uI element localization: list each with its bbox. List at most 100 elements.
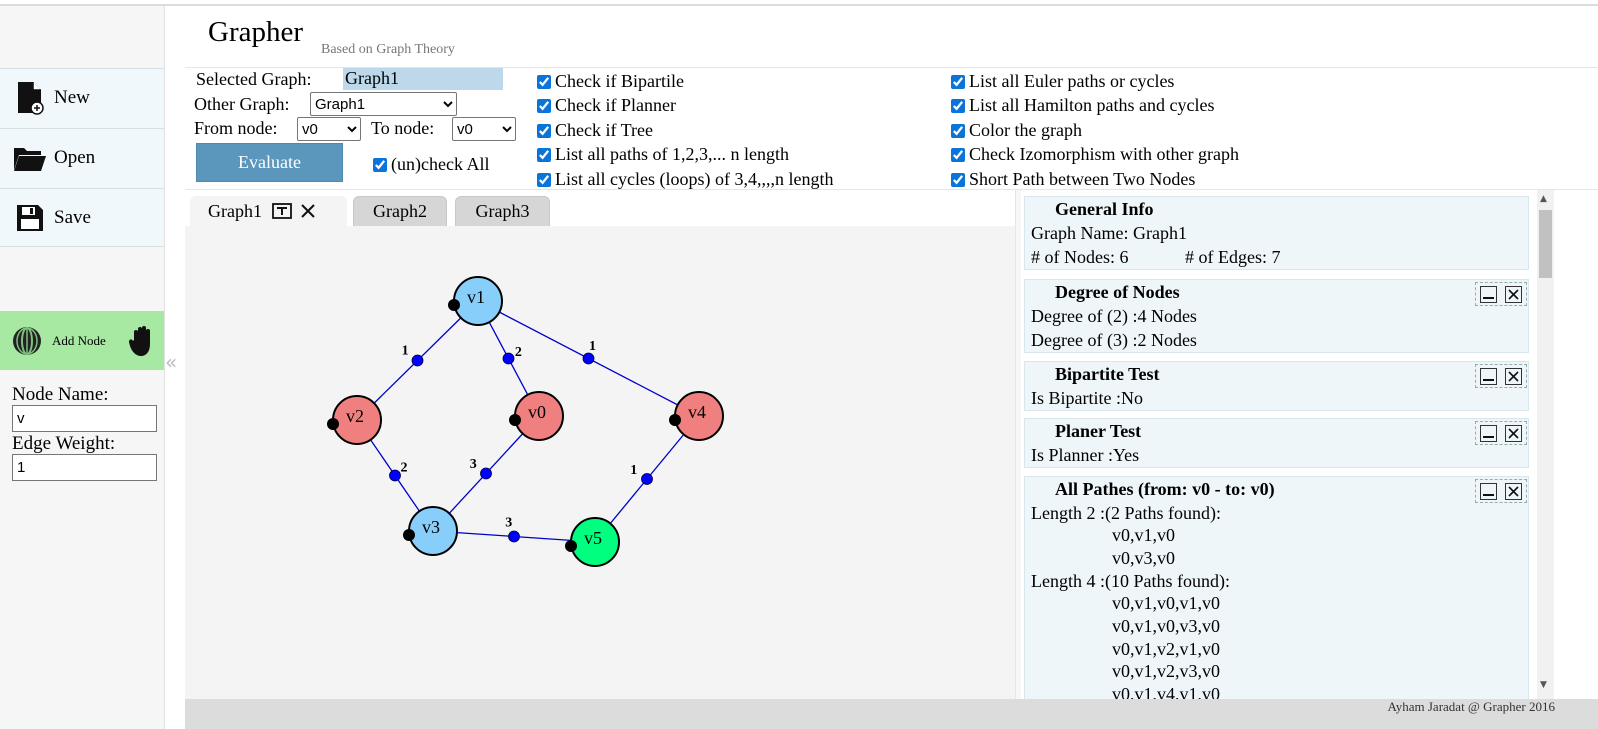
bipartite-title: Bipartite Test xyxy=(1055,364,1160,384)
floppy-disk-icon xyxy=(12,200,48,236)
graph-name-text: Graph Name: Graph1 xyxy=(1031,223,1187,243)
edge-weight-handle[interactable] xyxy=(480,467,492,480)
edge-weight-label: 1 xyxy=(589,339,596,354)
node-name-input[interactable] xyxy=(12,405,157,432)
node-label: v5 xyxy=(584,528,602,548)
close-icon[interactable] xyxy=(298,201,318,221)
check-euler[interactable]: List all Euler paths or cycles xyxy=(951,71,1174,92)
results-scrollbar[interactable]: ▲ ▼ xyxy=(1537,190,1554,699)
hand-icon[interactable] xyxy=(128,324,158,358)
uncheck-all-checkbox[interactable]: (un)check All xyxy=(373,154,489,175)
node-label: v0 xyxy=(528,402,546,422)
app-title: Grapher xyxy=(208,16,304,48)
new-button[interactable]: New xyxy=(0,68,164,127)
node-connector-handle[interactable] xyxy=(403,529,415,541)
edge-weight-handle[interactable] xyxy=(411,354,424,367)
path-item: v0,v1,v2,v1,v0 xyxy=(1112,639,1220,659)
check-tree[interactable]: Check if Tree xyxy=(537,120,653,141)
check-izomorphism[interactable]: Check Izomorphism with other graph xyxy=(951,144,1239,165)
footer-credit: Ayham Jaradat @ Grapher 2016 xyxy=(1387,699,1555,714)
edge-weight-handle[interactable] xyxy=(389,469,401,482)
left-sidebar: New Open Save Add Node Node Name: v Edge… xyxy=(0,6,165,729)
scroll-down-icon[interactable]: ▼ xyxy=(1540,680,1547,690)
tab-graph2[interactable]: Graph2 xyxy=(353,196,447,226)
node-connector-handle[interactable] xyxy=(565,540,577,552)
check-hamilton[interactable]: List all Hamilton paths and cycles xyxy=(951,95,1214,116)
tab-graph3[interactable]: Graph3 xyxy=(455,196,550,226)
check-bipartite-label: Check if Bipartile xyxy=(555,71,684,91)
length2-header: Length 2 :(2 Paths found): xyxy=(1031,503,1221,523)
close-icon[interactable] xyxy=(1505,482,1522,500)
degree-title: Degree of Nodes xyxy=(1055,282,1180,302)
uncheck-all-label: (un)check All xyxy=(391,154,490,174)
scroll-thumb[interactable] xyxy=(1539,210,1552,278)
evaluate-button[interactable]: Evaluate xyxy=(196,143,343,182)
check-planner-input[interactable] xyxy=(537,98,551,113)
check-bipartite-input[interactable] xyxy=(537,74,551,89)
edge-weight-handle[interactable] xyxy=(582,352,595,365)
other-graph-label: Other Graph: xyxy=(194,94,290,114)
save-button[interactable]: Save xyxy=(0,188,164,247)
edge-weight-handle[interactable] xyxy=(502,352,515,365)
close-icon[interactable] xyxy=(1505,285,1522,303)
check-euler-input[interactable] xyxy=(951,74,965,89)
general-info-card: General Info Graph Name: Graph1 # of Nod… xyxy=(1024,196,1529,270)
check-short-path-input[interactable] xyxy=(951,172,965,187)
other-graph-select[interactable]: Graph1 xyxy=(310,92,457,116)
minimize-icon[interactable] xyxy=(1480,482,1497,500)
check-list-paths-label: List all paths of 1,2,3,... n length xyxy=(555,144,789,164)
edge-weight-handle[interactable] xyxy=(508,530,520,543)
check-list-paths-input[interactable] xyxy=(537,147,551,162)
node-connector-handle[interactable] xyxy=(669,414,681,426)
planer-title: Planer Test xyxy=(1055,421,1142,441)
app-header: Grapher Based on Graph Theory xyxy=(185,6,1598,68)
from-node-select[interactable]: v0 xyxy=(297,117,361,141)
check-color[interactable]: Color the graph xyxy=(951,120,1082,141)
scroll-up-icon[interactable]: ▲ xyxy=(1540,194,1547,204)
check-izomorphism-input[interactable] xyxy=(951,147,965,162)
edge-weight-handle[interactable] xyxy=(641,473,653,485)
check-list-paths[interactable]: List all paths of 1,2,3,... n length xyxy=(537,144,789,165)
check-short-path[interactable]: Short Path between Two Nodes xyxy=(951,169,1195,190)
node-connector-handle[interactable] xyxy=(327,418,339,430)
footer-bar: Ayham Jaradat @ Grapher 2016 xyxy=(185,699,1598,729)
to-node-label: To node: xyxy=(371,118,435,138)
add-node-mode[interactable]: Add Node xyxy=(0,311,164,370)
check-planner[interactable]: Check if Planner xyxy=(537,95,676,116)
new-label: New xyxy=(54,87,90,108)
folder-open-icon xyxy=(12,140,48,176)
uncheck-all-input[interactable] xyxy=(373,157,387,172)
results-panel: General Info Graph Name: Graph1 # of Nod… xyxy=(1021,190,1537,699)
to-node-select[interactable]: v0 xyxy=(452,117,516,141)
node-label: v2 xyxy=(346,406,364,426)
edge-weight-label: 2 xyxy=(515,345,522,360)
collapse-sidebar-icon[interactable]: « xyxy=(165,350,177,374)
path-item: v0,v1,v0 xyxy=(1112,525,1175,545)
graph-canvas[interactable]: 1 2 1 2 3 3 1 v1 v2 v0 v4 v3 v5 xyxy=(185,226,1015,699)
minimize-icon[interactable] xyxy=(1480,367,1497,385)
check-tree-input[interactable] xyxy=(537,123,551,138)
check-list-cycles[interactable]: List all cycles (loops) of 3,4,,,,n leng… xyxy=(537,169,833,190)
degree-card: Degree of Nodes Degree of (2) :4 Nodes D… xyxy=(1024,279,1529,353)
graph-drawing[interactable]: 1 2 1 2 3 3 1 v1 v2 v0 v4 v3 v5 xyxy=(185,226,1015,699)
node-label: v4 xyxy=(688,402,706,422)
check-list-cycles-input[interactable] xyxy=(537,172,551,187)
check-bipartite[interactable]: Check if Bipartile xyxy=(537,71,684,92)
close-icon[interactable] xyxy=(1505,424,1522,442)
rename-icon[interactable] xyxy=(272,201,292,221)
edge-weight-input[interactable] xyxy=(12,454,157,481)
bipartite-card: Bipartite Test Is Bipartite :No xyxy=(1024,361,1529,411)
tab-graph1[interactable]: Graph1 xyxy=(190,196,347,226)
minimize-icon[interactable] xyxy=(1480,285,1497,303)
node-connector-handle[interactable] xyxy=(448,299,460,311)
paths-title: All Pathes (from: v0 - to: v0) xyxy=(1055,479,1275,499)
from-node-label: From node: xyxy=(194,118,278,138)
check-hamilton-input[interactable] xyxy=(951,98,965,113)
node-name-label: Node Name: xyxy=(12,384,109,405)
minimize-icon[interactable] xyxy=(1480,424,1497,442)
node-connector-handle[interactable] xyxy=(509,414,521,426)
open-button[interactable]: Open xyxy=(0,128,164,187)
close-icon[interactable] xyxy=(1505,367,1522,385)
check-color-input[interactable] xyxy=(951,123,965,138)
check-hamilton-label: List all Hamilton paths and cycles xyxy=(969,95,1215,115)
